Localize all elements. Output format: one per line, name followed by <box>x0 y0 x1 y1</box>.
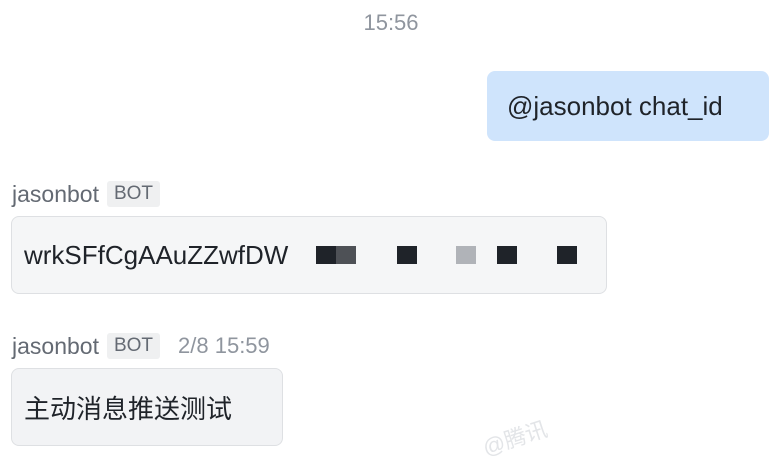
bot-message-bubble[interactable]: 主动消息推送测试 <box>11 368 283 446</box>
outgoing-message-text: @jasonbot chat_id <box>507 90 723 121</box>
sender-name[interactable]: jasonbot <box>12 181 99 208</box>
message-time: 2/8 15:59 <box>178 333 270 358</box>
redaction-block <box>397 246 417 264</box>
bot-message-text: 主动消息推送测试 <box>24 393 233 424</box>
message-header: jasonbot BOT 2/8 15:59 <box>12 331 270 361</box>
bot-message-text: wrkSFfCgAAuZZwfDW <box>24 239 289 270</box>
outgoing-message-bubble[interactable]: @jasonbot chat_id <box>487 71 769 141</box>
redaction-block <box>336 246 356 264</box>
bot-message-bubble[interactable]: wrkSFfCgAAuZZwfDW <box>11 216 607 294</box>
message-header: jasonbot BOT <box>12 179 161 209</box>
watermark: @腾讯 <box>479 416 551 460</box>
redaction-block <box>497 246 517 264</box>
redaction-block <box>456 246 476 264</box>
bot-badge: BOT <box>106 333 161 359</box>
sender-name[interactable]: jasonbot <box>12 333 99 360</box>
redaction-block <box>557 246 577 264</box>
chat-timestamp: 15:56 <box>363 10 419 35</box>
bot-badge: BOT <box>106 181 161 207</box>
redaction-block <box>316 246 336 264</box>
